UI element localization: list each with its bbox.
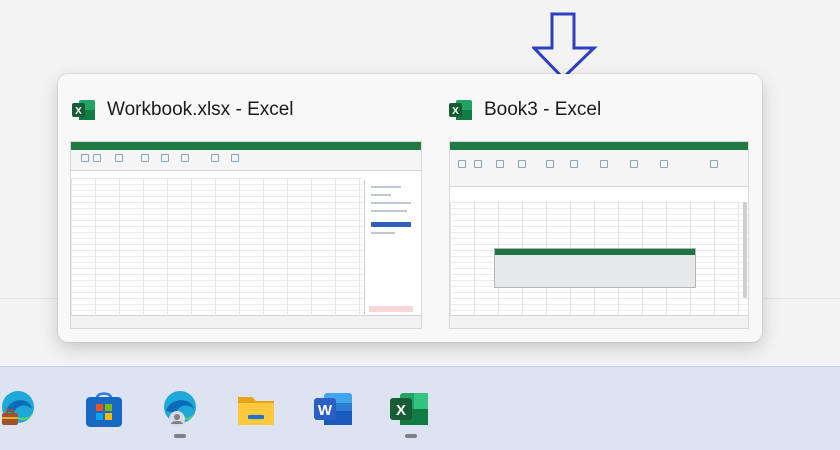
excel-ribbon: [450, 150, 748, 187]
svg-text:W: W: [318, 402, 333, 419]
microsoft-store-icon[interactable]: [84, 389, 124, 429]
thumbnail-title: Workbook.xlsx - Excel: [107, 99, 294, 120]
taskbar: W X: [0, 366, 840, 450]
excel-icon[interactable]: X: [390, 389, 430, 429]
excel-title-bar: [450, 142, 748, 150]
thumbnail-workbook[interactable]: X Workbook.xlsx - Excel: [72, 98, 294, 122]
word-icon[interactable]: W: [314, 389, 354, 429]
excel-status-bar: [71, 315, 421, 328]
thumbnail-title: Book3 - Excel: [484, 99, 602, 120]
down-arrow-annotation: [532, 12, 598, 81]
thumbnail-preview-book3[interactable]: [449, 141, 749, 329]
task-pane: [364, 180, 419, 314]
running-indicator: [405, 434, 417, 438]
thumbnail-preview-workbook[interactable]: [70, 141, 422, 329]
taskbar-thumbnail-flyout: X Workbook.xlsx - Excel X Book3 - Excel: [58, 74, 762, 342]
svg-text:X: X: [75, 106, 82, 117]
thumbnail-book3[interactable]: X Book3 - Excel: [449, 98, 601, 122]
edge-profile-icon[interactable]: [160, 389, 200, 429]
running-indicator: [174, 434, 186, 438]
excel-title-bar: [71, 142, 421, 150]
edge-work-profile-icon[interactable]: [0, 389, 40, 429]
excel-icon: X: [72, 100, 95, 120]
excel-icon: X: [449, 100, 472, 120]
vertical-scrollbar: [743, 202, 747, 298]
svg-text:X: X: [452, 106, 459, 117]
svg-text:X: X: [396, 402, 406, 419]
worksheet-grid: [71, 178, 363, 316]
embedded-snapshot-image: [494, 248, 696, 288]
file-explorer-icon[interactable]: [236, 389, 276, 429]
excel-status-bar: [450, 315, 748, 328]
excel-ribbon: [71, 150, 421, 171]
